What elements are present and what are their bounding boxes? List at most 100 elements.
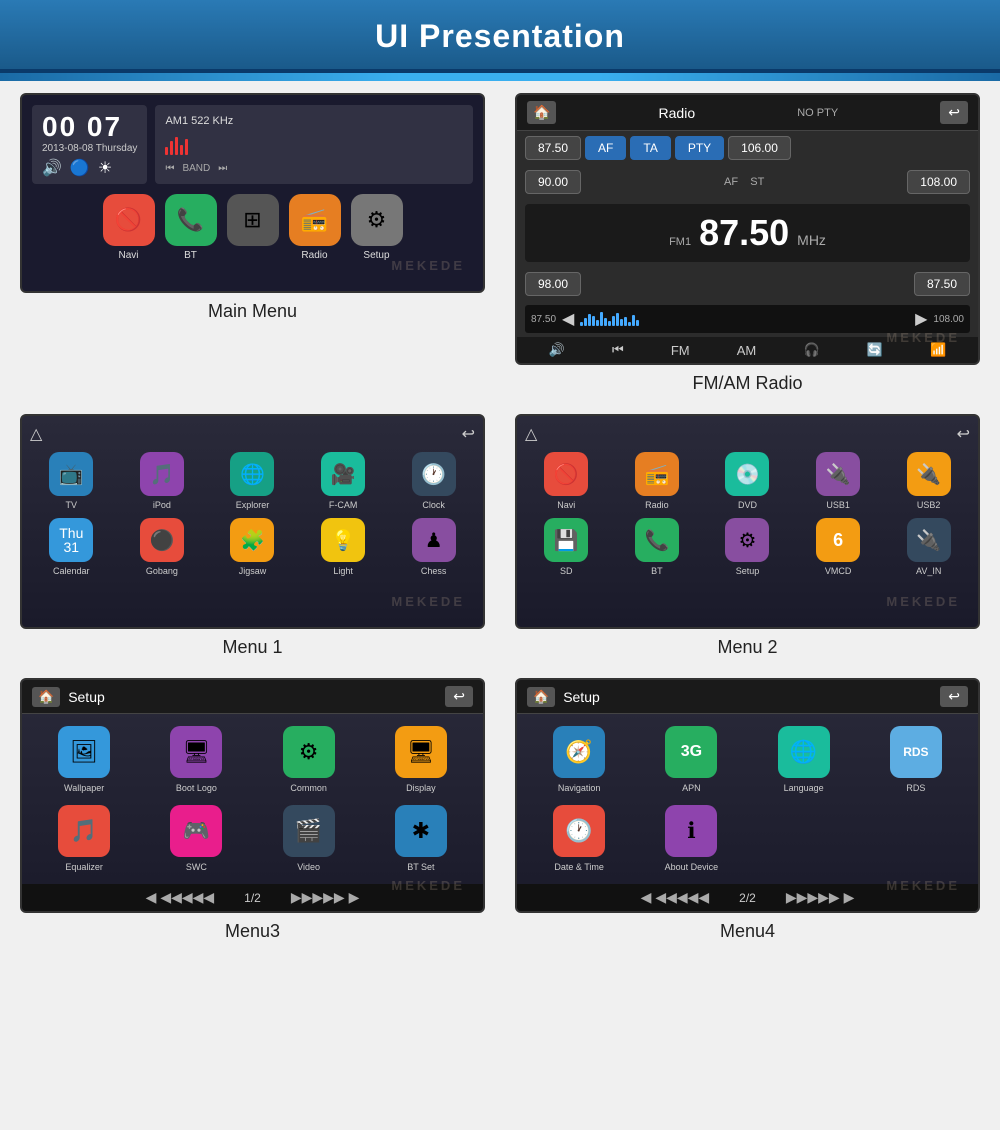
panel-menu4: 🏠 Setup ↩ 🧭 Navigation 3G APN 🌐 [515, 678, 980, 942]
bt-icon: 📞 [165, 194, 217, 246]
setup3-page: 1/2 [244, 891, 261, 905]
mm-app-radio[interactable]: 📻 Radio [289, 194, 341, 261]
setup4-home-icon[interactable]: 🏠 [527, 687, 555, 707]
setup3-home-icon[interactable]: 🏠 [32, 687, 60, 707]
menu1-item-chess[interactable]: ♟ Chess [392, 518, 475, 576]
setup4-item-apn[interactable]: 3G APN [641, 726, 741, 793]
setup3-item-btset[interactable]: ✱ BT Set [371, 805, 471, 872]
setup4-item-datetime[interactable]: 🕐 Date & Time [529, 805, 629, 872]
mm-app-bt[interactable]: 📞 BT [165, 194, 217, 261]
prev-btn[interactable]: ◀ [562, 309, 574, 329]
swc-label: SWC [186, 862, 207, 872]
setup3-item-equalizer[interactable]: 🎵 Equalizer [34, 805, 134, 872]
setup3-item-video[interactable]: 🎬 Video [259, 805, 359, 872]
setup4-prev-btn[interactable]: ◀ ◀◀◀◀◀ [641, 889, 710, 906]
menu2-item-dvd[interactable]: 💿 DVD [706, 452, 789, 510]
radio-back-btn[interactable]: ↩ [940, 101, 968, 124]
next-btn[interactable]: ▶ [915, 309, 927, 329]
freq-98[interactable]: 98.00 [525, 272, 581, 296]
menu1-item-clock[interactable]: 🕐 Clock [392, 452, 475, 510]
usb2-label: USB2 [917, 500, 941, 510]
ipod-icon: 🎵 [140, 452, 184, 496]
menu1-home-btn[interactable]: △ [30, 424, 42, 444]
rds-label: RDS [906, 783, 925, 793]
language-icon: 🌐 [778, 726, 830, 778]
setup3-item-bootlogo[interactable]: 🖥 Boot Logo [146, 726, 246, 793]
menu1-item-fcam[interactable]: 🎥 F-CAM [302, 452, 385, 510]
menu4-screen: 🏠 Setup ↩ 🧭 Navigation 3G APN 🌐 [515, 678, 980, 913]
radio-spectrum-bars [580, 312, 909, 326]
menu1-item-explorer[interactable]: 🌐 Explorer [211, 452, 294, 510]
setup4-item-rds[interactable]: RDS RDS [866, 726, 966, 793]
mm-app-setup[interactable]: ⚙ Setup [351, 194, 403, 261]
equalizer-label: Equalizer [65, 862, 103, 872]
menu2-home-btn[interactable]: △ [525, 424, 537, 444]
menu1-item-ipod[interactable]: 🎵 iPod [121, 452, 204, 510]
prev-track-icon: ⏮ [165, 163, 174, 174]
setup4-back-btn[interactable]: ↩ [940, 686, 968, 707]
freq-106[interactable]: 106.00 [728, 136, 791, 160]
wave-bar-2 [170, 141, 173, 155]
freq-108[interactable]: 108.00 [907, 170, 970, 194]
radio-refresh-icon[interactable]: 🔄 [867, 342, 883, 358]
mm-app-navi[interactable]: 🚫 Navi [103, 194, 155, 261]
radio-prev-icon[interactable]: ⏮ [612, 342, 624, 358]
freq-af[interactable]: AF [585, 136, 626, 160]
setup3-item-wallpaper[interactable]: 🖼 Wallpaper [34, 726, 134, 793]
radio-am-btn[interactable]: AM [737, 343, 757, 358]
light-label: Light [333, 566, 353, 576]
menu2-item-avin[interactable]: 🔌 AV_IN [887, 518, 970, 576]
setup3-item-swc[interactable]: 🎮 SWC [146, 805, 246, 872]
menu2-item-setup[interactable]: ⚙ Setup [706, 518, 789, 576]
menu1-item-light[interactable]: 💡 Light [302, 518, 385, 576]
menu1-item-jigsaw[interactable]: 🧩 Jigsaw [211, 518, 294, 576]
apn-label: APN [682, 783, 701, 793]
setup4-item-language[interactable]: 🌐 Language [754, 726, 854, 793]
freq-87-50-b[interactable]: 87.50 [914, 272, 970, 296]
menu1-back-btn[interactable]: ↩ [462, 424, 475, 444]
setup3-item-display[interactable]: 🖥 Display [371, 726, 471, 793]
menu2-item-radio[interactable]: 📻 Radio [616, 452, 699, 510]
radio-vol-icon[interactable]: 🔊 [549, 342, 565, 358]
setup3-title: Setup [68, 689, 437, 705]
setup3-next-btn[interactable]: ▶▶▶▶▶ ▶ [291, 889, 360, 906]
menu2-item-navi[interactable]: 🚫 Navi [525, 452, 608, 510]
video-icon: 🎬 [283, 805, 335, 857]
s-bar-15 [636, 320, 639, 326]
screen-wrapper-menu4: 🏠 Setup ↩ 🧭 Navigation 3G APN 🌐 [515, 678, 980, 913]
freq-pty[interactable]: PTY [675, 136, 724, 160]
radio2-icon: 📻 [635, 452, 679, 496]
radio-headphone-icon[interactable]: 🎧 [803, 342, 819, 358]
explorer-label: Explorer [236, 500, 270, 510]
radio-home-btn[interactable]: 🏠 [527, 101, 556, 124]
panel-menu3: 🏠 Setup ↩ 🖼 Wallpaper 🖥 Boot Logo ⚙ [20, 678, 485, 942]
menu2-item-bt[interactable]: 📞 BT [616, 518, 699, 576]
menu2-item-usb2[interactable]: 🔌 USB2 [887, 452, 970, 510]
menu2-item-usb1[interactable]: 🔌 USB1 [797, 452, 880, 510]
wave-bar-1 [165, 147, 168, 155]
menu1-item-tv[interactable]: 📺 TV [30, 452, 113, 510]
menu1-item-gobang[interactable]: ⚫ Gobang [121, 518, 204, 576]
setup4-item-navigation[interactable]: 🧭 Navigation [529, 726, 629, 793]
menu1-item-calendar[interactable]: Thu31 Calendar [30, 518, 113, 576]
menu1-screen: △ ↩ 📺 TV 🎵 iPod 🌐 Explorer [20, 414, 485, 629]
freq-ta[interactable]: TA [630, 136, 670, 160]
freq-90[interactable]: 90.00 [525, 170, 581, 194]
panel-menu1: △ ↩ 📺 TV 🎵 iPod 🌐 Explorer [20, 414, 485, 658]
sd-icon: 💾 [544, 518, 588, 562]
setup4-next-btn[interactable]: ▶▶▶▶▶ ▶ [786, 889, 855, 906]
vmcd-icon: 6 [816, 518, 860, 562]
radio-fm-btn[interactable]: FM [671, 343, 690, 358]
setup3-back-btn[interactable]: ↩ [445, 686, 473, 707]
setup3-prev-btn[interactable]: ◀ ◀◀◀◀◀ [146, 889, 215, 906]
menu2-item-vmcd[interactable]: 6 VMCD [797, 518, 880, 576]
setup4-item-about[interactable]: ℹ About Device [641, 805, 741, 872]
setup3-item-common[interactable]: ⚙ Common [259, 726, 359, 793]
datetime-icon: 🕐 [553, 805, 605, 857]
sd-label: SD [560, 566, 573, 576]
setup4-page: 2/2 [739, 891, 756, 905]
menu2-back-btn[interactable]: ↩ [957, 424, 970, 444]
menu2-item-sd[interactable]: 💾 SD [525, 518, 608, 576]
mm-app-blank[interactable]: ⊞ [227, 194, 279, 261]
freq-87-50[interactable]: 87.50 [525, 136, 581, 160]
